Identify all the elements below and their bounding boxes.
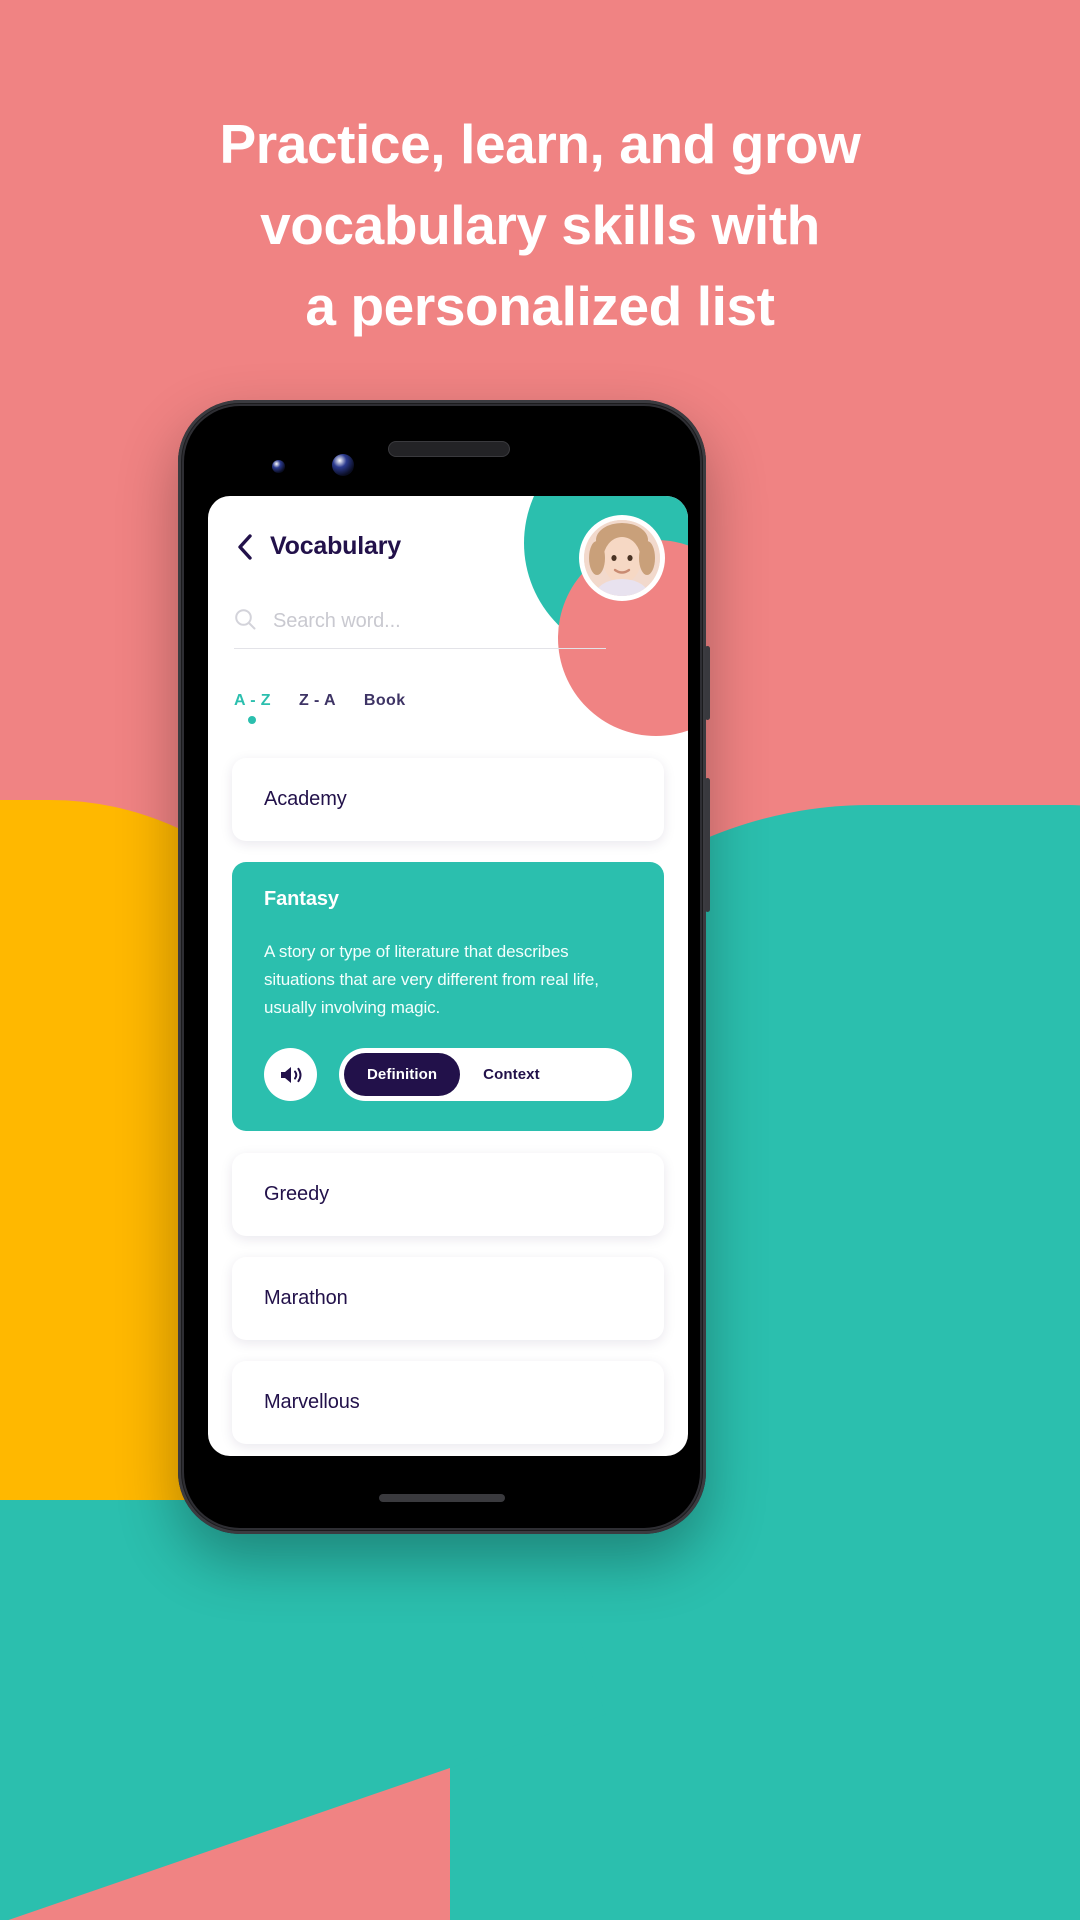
tab-a-z[interactable]: A - Z [234, 692, 271, 724]
phone-chin-bar [379, 1494, 505, 1502]
page-title: Vocabulary [270, 532, 401, 560]
list-item[interactable]: Marathon [232, 1257, 664, 1340]
headline-line-1: Practice, learn, and grow [219, 113, 861, 175]
headline-line-3: a personalized list [305, 275, 775, 337]
list-item[interactable]: Academy [232, 758, 664, 841]
tab-z-a[interactable]: Z - A [299, 692, 336, 724]
front-camera-icon [272, 460, 285, 473]
promo-screenshot: Practice, learn, and grow vocabulary ski… [0, 0, 1080, 1920]
segment-definition[interactable]: Definition [344, 1053, 461, 1096]
headline-line-2: vocabulary skills with [260, 194, 820, 256]
word-label: Marvellous [264, 1391, 360, 1413]
segment-definition-label: Definition [367, 1066, 438, 1083]
tab-a-z-label: A - Z [234, 692, 271, 709]
tab-book[interactable]: Book [364, 692, 406, 724]
speaker-volume-icon[interactable] [264, 1048, 317, 1101]
phone-mockup: Vocabulary Search word... A - Z Z - A Bo… [178, 400, 710, 1534]
phone-bezel: Vocabulary Search word... A - Z Z - A Bo… [184, 406, 700, 1528]
word-actions: Definition Context [264, 1048, 632, 1101]
front-camera-secondary-icon [332, 454, 354, 476]
app-screen: Vocabulary Search word... A - Z Z - A Bo… [208, 496, 688, 1456]
word-definition: A story or type of literature that descr… [264, 942, 599, 1017]
word-label: Greedy [264, 1183, 329, 1205]
phone-power-button [705, 646, 710, 720]
sort-tabs: A - Z Z - A Book [234, 692, 406, 724]
search-placeholder: Search word... [273, 610, 401, 632]
search-icon [234, 608, 256, 635]
word-label: Academy [264, 788, 347, 810]
search-input[interactable]: Search word... [234, 608, 606, 649]
chevron-left-icon[interactable] [234, 533, 256, 561]
tab-book-label: Book [363, 692, 406, 709]
avatar[interactable] [584, 520, 660, 596]
phone-volume-button [705, 778, 710, 912]
list-item[interactable]: Greedy [232, 1153, 664, 1236]
segment-context-label: Context [483, 1066, 540, 1083]
segment-context[interactable]: Context [460, 1053, 563, 1096]
promo-headline: Practice, learn, and grow vocabulary ski… [0, 104, 1080, 347]
list-item[interactable]: Marvellous [232, 1361, 664, 1444]
list-item-expanded[interactable]: Fantasy A story or type of literature th… [232, 862, 664, 1131]
earpiece-speaker-grille [389, 442, 509, 456]
word-list: Academy Fantasy A story or type of liter… [208, 758, 688, 1456]
word-label: Marathon [264, 1287, 348, 1309]
word-label: Fantasy [264, 888, 339, 910]
definition-context-toggle: Definition Context [339, 1048, 632, 1101]
tab-z-a-label: Z - A [298, 692, 336, 709]
tab-active-dot [248, 716, 257, 724]
